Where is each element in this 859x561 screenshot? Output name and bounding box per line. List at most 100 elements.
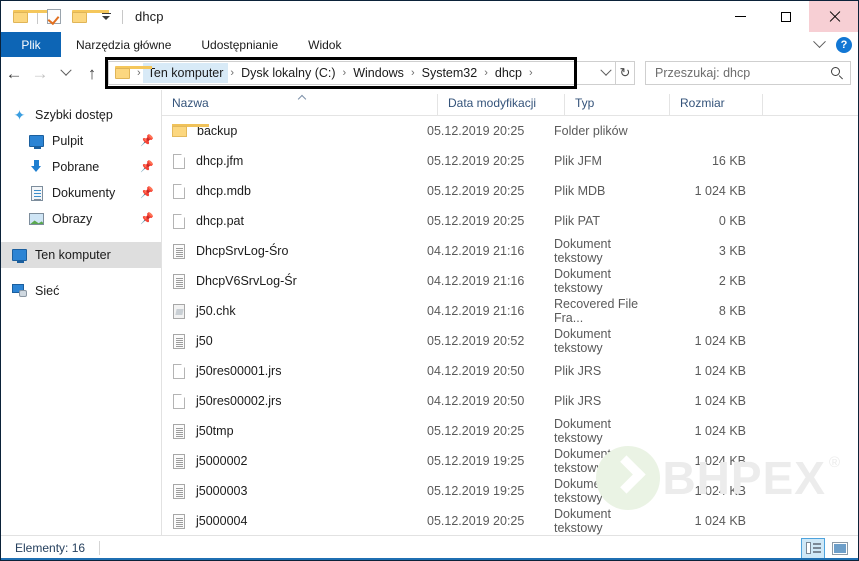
- cell-name[interactable]: dhcp.mdb: [162, 183, 427, 199]
- sidebar-item-downloads[interactable]: Pobrane 📌: [1, 154, 161, 180]
- sidebar-item-label: Dokumenty: [52, 186, 116, 200]
- text-icon: [173, 483, 185, 499]
- view-large-icons-button[interactable]: [828, 538, 852, 559]
- forward-button[interactable]: →: [27, 58, 53, 88]
- breadcrumb-item-0[interactable]: Ten komputer: [142, 63, 229, 83]
- table-row[interactable]: j50tmp 05.12.2019 20:25 Dokument tekstowy 1…: [162, 416, 858, 446]
- sidebar-item-network[interactable]: Sieć: [1, 278, 161, 304]
- tab-file[interactable]: Plik: [1, 32, 61, 57]
- toolbar-divider-2: [122, 9, 123, 24]
- column-header-type[interactable]: Typ: [564, 94, 669, 115]
- table-row[interactable]: dhcp.pat 05.12.2019 20:25 Plik PAT 0 KB: [162, 206, 858, 236]
- file-name-label: j50: [196, 334, 213, 348]
- cell-type: Plik JRS: [554, 364, 602, 378]
- column-header-size[interactable]: Rozmiar: [669, 94, 762, 115]
- expand-ribbon-icon[interactable]: [813, 35, 826, 49]
- pin-icon[interactable]: 📌: [140, 135, 154, 147]
- cell-name[interactable]: j5000003: [162, 483, 427, 499]
- pin-icon[interactable]: 📌: [140, 187, 154, 199]
- sidebar-item-desktop[interactable]: Pulpit 📌: [1, 128, 161, 154]
- ribbon-tab-bar: Plik Narzędzia główne Udostępnianie Wido…: [1, 32, 858, 57]
- pin-icon[interactable]: 📌: [140, 161, 154, 173]
- table-row[interactable]: dhcp.mdb 05.12.2019 20:25 Plik MDB 1 024 KB: [162, 176, 858, 206]
- sidebar-item-label: Pobrane: [52, 160, 100, 174]
- breadcrumb-item-1[interactable]: Dysk lokalny (C:): [236, 63, 340, 83]
- properties-icon[interactable]: [41, 4, 67, 30]
- sidebar-item-quick-access[interactable]: ✦ Szybki dostęp: [1, 102, 161, 128]
- table-row[interactable]: backup 05.12.2019 20:25 Folder plików: [162, 116, 858, 146]
- back-button[interactable]: ←: [1, 58, 27, 88]
- table-row[interactable]: DhcpSrvLog-Śro 04.12.2019 21:16 Dokument t…: [162, 236, 858, 266]
- column-header-empty[interactable]: [762, 94, 852, 115]
- close-icon: [828, 11, 840, 23]
- tab-share[interactable]: Udostępnianie: [186, 32, 293, 57]
- star-icon: ✦: [13, 107, 26, 123]
- cell-date-modified: 04.12.2019 21:16: [427, 274, 525, 288]
- breadcrumb-item-3[interactable]: System32: [417, 63, 483, 83]
- cell-size: 2 KB: [718, 274, 746, 288]
- table-row[interactable]: j50 05.12.2019 20:52 Dokument tekstowy 1 02…: [162, 326, 858, 356]
- breadcrumb-item-4[interactable]: dhcp: [490, 63, 527, 83]
- column-header-date[interactable]: Data modyfikacji: [437, 94, 564, 115]
- sidebar-item-label: Szybki dostęp: [35, 108, 113, 122]
- file-name-label: dhcp.mdb: [196, 184, 251, 198]
- recent-locations-button[interactable]: [53, 58, 79, 88]
- cell-name[interactable]: backup: [162, 124, 427, 138]
- sidebar-item-this-pc[interactable]: Ten komputer: [1, 242, 161, 268]
- new-folder-icon[interactable]: [67, 4, 109, 30]
- view-details-button[interactable]: [801, 537, 825, 559]
- sidebar-item-documents[interactable]: Dokumenty 📌: [1, 180, 161, 206]
- search-icon[interactable]: [831, 66, 844, 80]
- search-box[interactable]: Przeszukaj: dhcp: [645, 61, 851, 85]
- breadcrumb-item-2[interactable]: Windows: [348, 63, 409, 83]
- breadcrumb-separator[interactable]: ›: [482, 67, 490, 79]
- column-header-name[interactable]: Nazwa: [162, 94, 437, 115]
- help-icon[interactable]: ?: [836, 36, 852, 53]
- chevron-down-icon: [101, 13, 111, 20]
- customize-dropdown-icon[interactable]: [93, 4, 119, 30]
- breadcrumb-separator[interactable]: ›: [409, 67, 417, 79]
- cell-name[interactable]: dhcp.jfm: [162, 153, 427, 169]
- minimize-button[interactable]: [717, 1, 763, 32]
- cell-date-modified: 05.12.2019 20:25: [427, 154, 525, 168]
- table-row[interactable]: j50.chk 04.12.2019 21:16 Recovered File Fr…: [162, 296, 858, 326]
- refresh-button[interactable]: ↻: [616, 61, 635, 85]
- table-row[interactable]: j5000004 05.12.2019 20:25 Dokument tekstow…: [162, 506, 858, 536]
- cell-name[interactable]: DhcpV6SrvLog-Śr: [162, 273, 427, 289]
- breadcrumb-separator[interactable]: ›: [527, 67, 535, 79]
- window-controls: [717, 1, 858, 32]
- breadcrumb-separator[interactable]: ›: [228, 67, 236, 79]
- breadcrumb-separator[interactable]: ›: [341, 67, 349, 79]
- maximize-button[interactable]: [763, 1, 809, 32]
- cell-date-modified: 05.12.2019 20:52: [427, 334, 525, 348]
- cell-name[interactable]: dhcp.pat: [162, 213, 427, 229]
- cell-name[interactable]: j50.chk: [162, 303, 427, 319]
- cell-name[interactable]: j50tmp: [162, 423, 427, 439]
- folder-icon[interactable]: [8, 4, 50, 30]
- cell-name[interactable]: j50: [162, 333, 427, 349]
- pin-icon[interactable]: 📌: [140, 213, 154, 225]
- cell-size: 1 024 KB: [694, 454, 746, 468]
- cell-name[interactable]: DhcpSrvLog-Śro: [162, 243, 427, 259]
- address-history-button[interactable]: [597, 61, 616, 85]
- cell-type: Plik JFM: [554, 154, 602, 168]
- search-input[interactable]: Przeszukaj: dhcp: [655, 66, 831, 80]
- table-row[interactable]: j50res00001.jrs 04.12.2019 20:50 Plik JRS 1…: [162, 356, 858, 386]
- up-button[interactable]: ↑: [79, 58, 105, 88]
- cell-name[interactable]: j5000002: [162, 453, 427, 469]
- close-button[interactable]: [809, 1, 858, 32]
- tab-view[interactable]: Widok: [293, 32, 356, 57]
- cell-name[interactable]: j50res00001.jrs: [162, 363, 427, 379]
- table-row[interactable]: dhcp.jfm 05.12.2019 20:25 Plik JFM 16 KB: [162, 146, 858, 176]
- table-row[interactable]: j5000003 05.12.2019 19:25 Dokument tekstow…: [162, 476, 858, 506]
- address-bar[interactable]: › Ten komputer › Dysk lokalny (C:) › Win…: [108, 61, 597, 85]
- tab-home[interactable]: Narzędzia główne: [61, 32, 186, 57]
- cell-name[interactable]: j50res00002.jrs: [162, 393, 427, 409]
- sidebar-item-pictures[interactable]: Obrazy 📌: [1, 206, 161, 232]
- table-row[interactable]: DhcpV6SrvLog-Śr 04.12.2019 21:16 Dokument …: [162, 266, 858, 296]
- file-icon: [173, 393, 185, 409]
- table-row[interactable]: j5000002 05.12.2019 19:25 Dokument tekstow…: [162, 446, 858, 476]
- cell-name[interactable]: j5000004: [162, 513, 427, 529]
- table-row[interactable]: j50res00002.jrs 04.12.2019 20:50 Plik JRS 1…: [162, 386, 858, 416]
